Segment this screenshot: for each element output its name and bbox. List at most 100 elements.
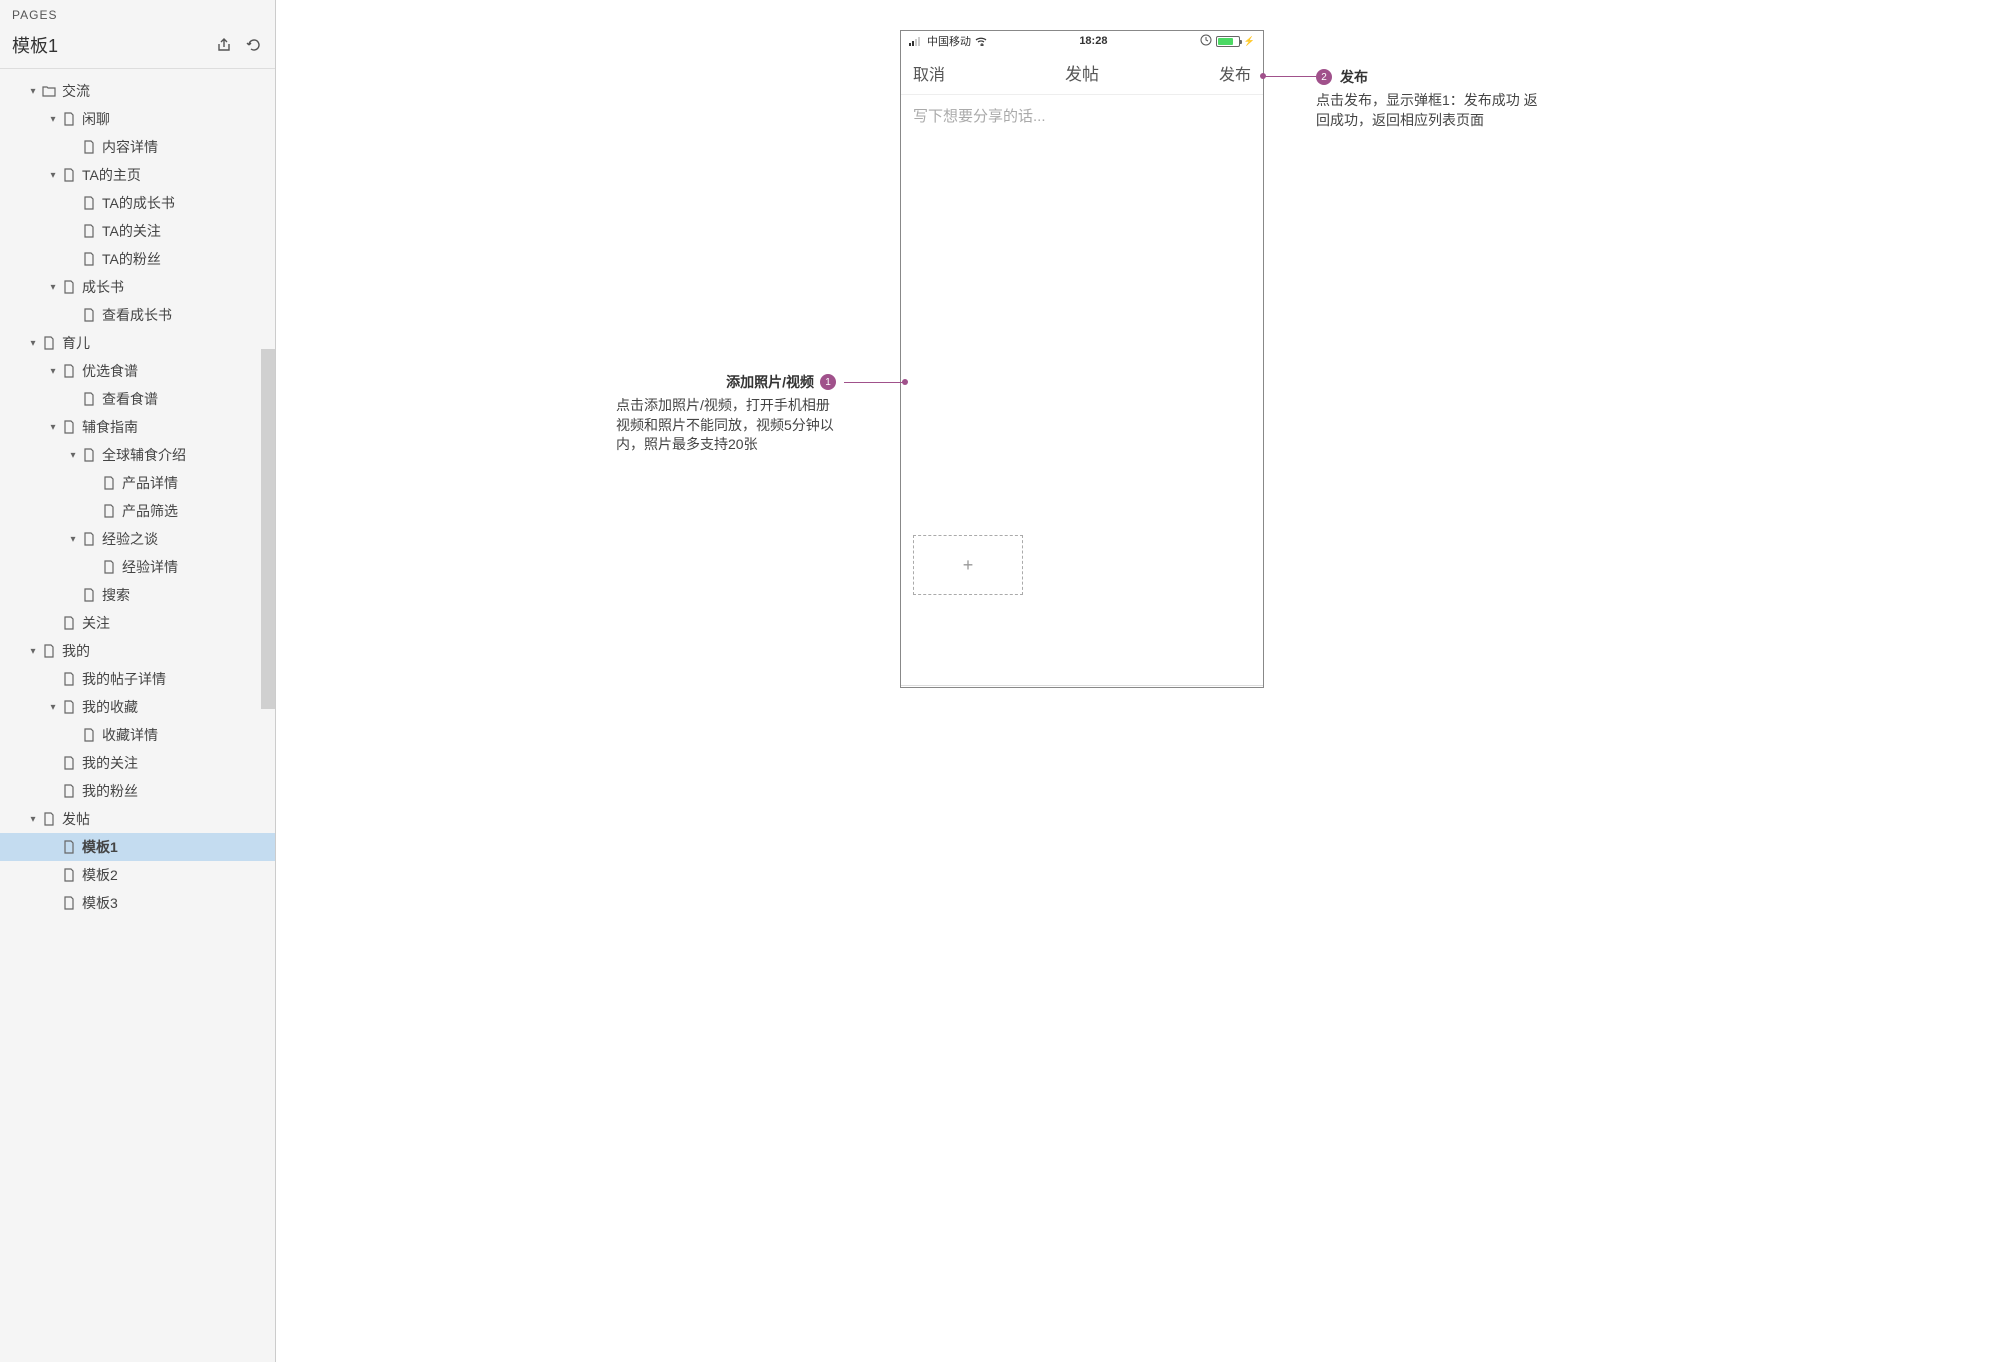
tree-item[interactable]: 内容详情	[0, 133, 275, 161]
tree-item[interactable]: 模板3	[0, 889, 275, 917]
connector-dot-1	[902, 379, 908, 385]
chevron-down-icon[interactable]: ▾	[48, 366, 58, 376]
annotation-1-badge: 1	[820, 374, 836, 390]
charging-icon: ⚡	[1244, 36, 1255, 47]
cancel-button[interactable]: 取消	[913, 61, 945, 85]
canvas[interactable]: 中国移动 18:28 ⚡ 取消 发帖 发布 写下想要分享的话...	[276, 0, 2002, 1362]
tree-item[interactable]: ▾ 闲聊	[0, 105, 275, 133]
page-tree[interactable]: ▾ 交流 ▾ 闲聊内容详情 ▾TA的主页 TA的成长书 TA的关注TA的粉丝▾成长书查看成长…	[0, 69, 275, 1362]
sidebar-title: 模板1	[12, 32, 215, 58]
tree-item[interactable]: 我的关注	[0, 749, 275, 777]
tree-item-label: 我的粉丝	[82, 781, 138, 801]
tree-item-label: TA的成长书	[102, 193, 175, 213]
page-icon	[102, 504, 116, 518]
tree-item[interactable]: ▾全球辅食介绍	[0, 441, 275, 469]
tree-item-label: 产品详情	[122, 473, 178, 493]
chevron-down-icon[interactable]: ▾	[68, 450, 78, 460]
tree-item[interactable]: 查看食谱	[0, 385, 275, 413]
chevron-down-icon[interactable]: ▾	[48, 702, 58, 712]
chevron-down-icon[interactable]: ▾	[28, 338, 38, 348]
signal-icon	[909, 36, 923, 46]
page-icon	[62, 112, 76, 126]
tree-item[interactable]: 关注	[0, 609, 275, 637]
nav-title: 发帖	[945, 60, 1219, 85]
annotation-1: 添加照片/视频 1 点击添加照片/视频，打开手机相册 视频和照片不能同放，视频5…	[616, 372, 836, 455]
tree-item[interactable]: ▾ 优选食谱	[0, 357, 275, 385]
page-icon	[82, 728, 96, 742]
status-left: 中国移动	[909, 33, 987, 49]
tree-item[interactable]: 收藏详情	[0, 721, 275, 749]
page-icon	[42, 644, 56, 658]
tree-item[interactable]: ▾ 育儿	[0, 329, 275, 357]
page-icon	[82, 448, 96, 462]
post-textarea[interactable]: 写下想要分享的话...	[901, 95, 1263, 535]
connector-line-2	[1262, 76, 1316, 77]
tree-item[interactable]: 我的帖子详情	[0, 665, 275, 693]
tree-item[interactable]: ▾ 辅食指南	[0, 413, 275, 441]
tree-item[interactable]: ▾我的收藏	[0, 693, 275, 721]
tree-item[interactable]: 我的粉丝	[0, 777, 275, 805]
tree-item[interactable]: ▾成长书	[0, 273, 275, 301]
tree-item-label: 关注	[82, 613, 110, 633]
battery-icon	[1216, 36, 1240, 47]
tree-item-label: 辅食指南	[82, 417, 138, 437]
tree-item-label: 产品筛选	[122, 501, 178, 521]
tree-item-label: 发帖	[62, 809, 90, 829]
page-icon	[82, 588, 96, 602]
textarea-placeholder: 写下想要分享的话...	[913, 105, 1251, 126]
chevron-down-icon[interactable]: ▾	[48, 114, 58, 124]
tree-item-label: 闲聊	[82, 109, 110, 129]
carrier-label: 中国移动	[927, 33, 971, 49]
chevron-down-icon[interactable]: ▾	[28, 814, 38, 824]
tree-item[interactable]: ▾ 发帖	[0, 805, 275, 833]
chevron-down-icon[interactable]: ▾	[48, 422, 58, 432]
chevron-down-icon[interactable]: ▾	[28, 646, 38, 656]
add-media-button[interactable]: +	[913, 535, 1023, 595]
page-icon	[62, 420, 76, 434]
tree-item-label: 优选食谱	[82, 361, 138, 381]
chevron-down-icon[interactable]: ▾	[48, 282, 58, 292]
tree-item-label: 经验详情	[122, 557, 178, 577]
refresh-icon[interactable]	[245, 36, 263, 54]
tree-item[interactable]: 产品详情	[0, 469, 275, 497]
phone-frame: 中国移动 18:28 ⚡ 取消 发帖 发布 写下想要分享的话...	[900, 30, 1264, 688]
share-icon[interactable]	[215, 36, 233, 54]
tree-item[interactable]: 产品筛选	[0, 497, 275, 525]
page-icon	[82, 224, 96, 238]
status-right: ⚡	[1200, 34, 1255, 49]
annotation-2-title: 发布	[1340, 67, 1368, 87]
scrollbar[interactable]	[261, 349, 275, 709]
page-icon	[62, 784, 76, 798]
sidebar-title-row: 模板1	[0, 28, 275, 69]
tree-item[interactable]: 模板2	[0, 861, 275, 889]
wifi-icon	[975, 36, 987, 46]
chevron-down-icon[interactable]: ▾	[68, 534, 78, 544]
tree-item[interactable]: TA的成长书	[0, 189, 275, 217]
tree-item-label: 查看食谱	[102, 389, 158, 409]
tree-item-label: 收藏详情	[102, 725, 158, 745]
tree-item-label: 内容详情	[102, 137, 158, 157]
tree-item[interactable]: TA的关注	[0, 217, 275, 245]
tree-item-label: 交流	[62, 81, 90, 101]
page-icon	[82, 308, 96, 322]
tree-item[interactable]: ▾经验之谈	[0, 525, 275, 553]
page-icon	[82, 532, 96, 546]
page-icon	[62, 168, 76, 182]
page-icon	[42, 812, 56, 826]
sidebar-title-icons	[215, 36, 263, 54]
page-icon	[82, 140, 96, 154]
tree-item[interactable]: ▾ 交流	[0, 77, 275, 105]
tree-item[interactable]: 模板1	[0, 833, 275, 861]
tree-item-label: 模板3	[82, 893, 118, 913]
chevron-down-icon[interactable]: ▾	[28, 86, 38, 96]
tree-item-label: 育儿	[62, 333, 90, 353]
plus-icon: +	[963, 555, 974, 576]
tree-item[interactable]: 经验详情	[0, 553, 275, 581]
chevron-down-icon[interactable]: ▾	[48, 170, 58, 180]
tree-item[interactable]: ▾TA的主页	[0, 161, 275, 189]
tree-item[interactable]: TA的粉丝	[0, 245, 275, 273]
tree-item[interactable]: 查看成长书	[0, 301, 275, 329]
tree-item[interactable]: ▾我的	[0, 637, 275, 665]
publish-button[interactable]: 发布	[1219, 61, 1251, 85]
tree-item[interactable]: 搜索	[0, 581, 275, 609]
